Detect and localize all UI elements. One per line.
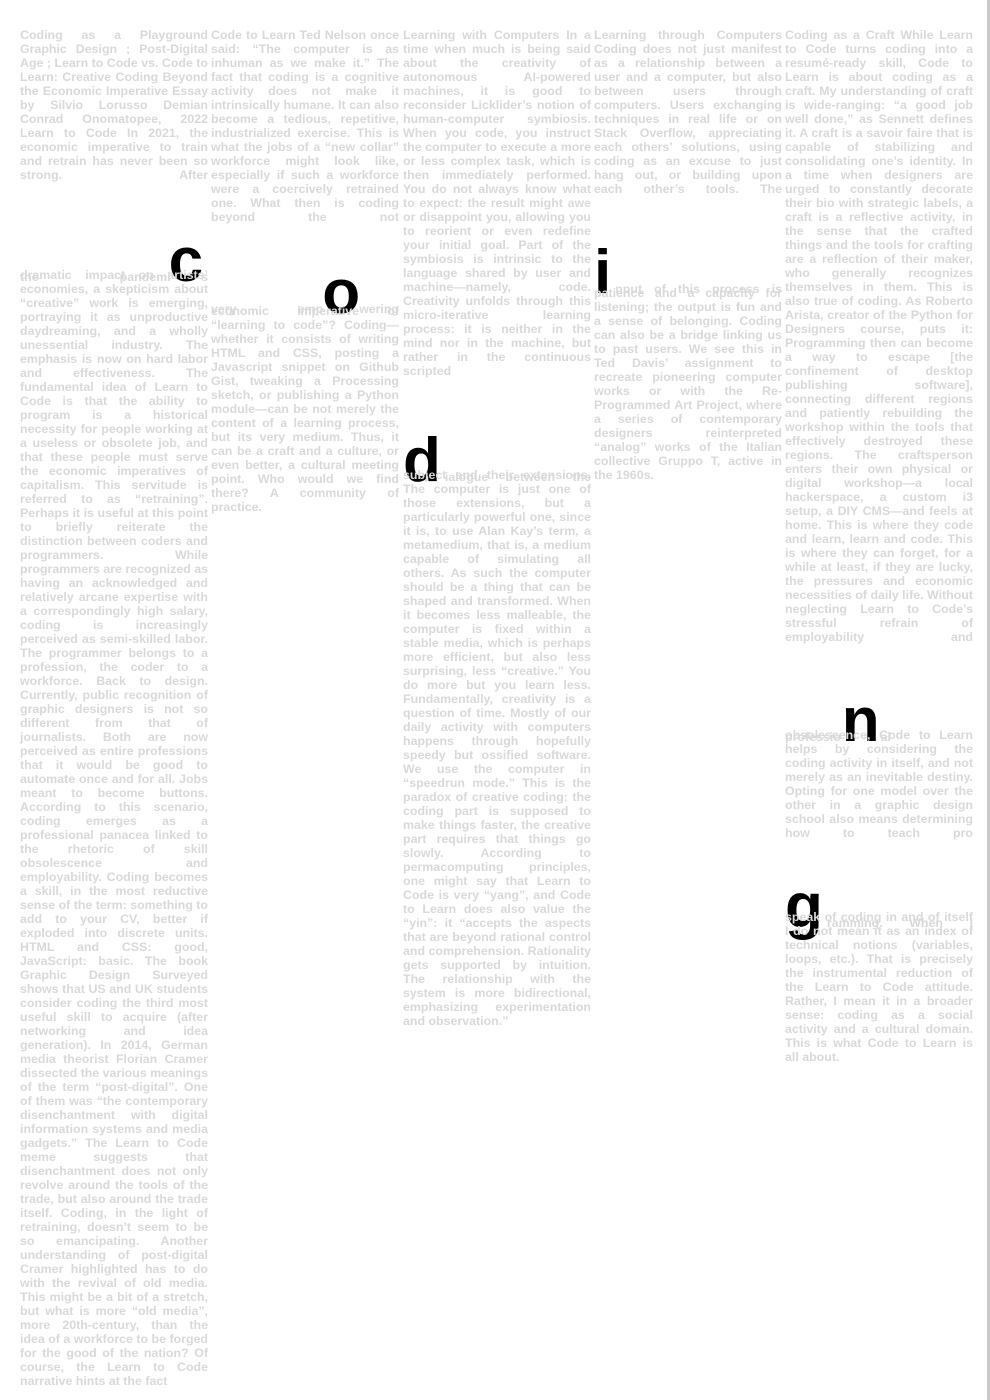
column-text-body: dramatic impact on artists’ economies, a… bbox=[20, 268, 209, 1388]
column-text-top: Learning through Computers Coding does n… bbox=[594, 28, 782, 196]
column-text-top: Coding as a Playground Graphic Design ; … bbox=[20, 28, 208, 182]
column-text-body: subject and their extensions. The comput… bbox=[403, 468, 591, 1028]
column-text-top: Coding as a Craft While Learn to Code tu… bbox=[785, 28, 973, 644]
essay-column-3: Learning with Computers In a time when m… bbox=[403, 28, 591, 1028]
column-text-middle: obsolescence, Code to Learn helps by con… bbox=[785, 728, 973, 840]
column-text-body: patience and a capacity for listening; t… bbox=[594, 286, 782, 482]
column-text-body: speak of coding in and of itself I do no… bbox=[785, 910, 973, 1064]
column-text-top: Learning with Computers In a time when m… bbox=[403, 28, 591, 378]
column-text-body: economic imperative of “learning to code… bbox=[211, 304, 399, 514]
essay-column-1: Coding as a Playground Graphic Design ; … bbox=[20, 28, 208, 1388]
essay-column-4: Learning through Computers Coding does n… bbox=[594, 28, 782, 482]
essay-column-2: Code to Learn Ted Nelson once said: “The… bbox=[211, 28, 399, 514]
essay-column-5: Coding as a Craft While Learn to Code tu… bbox=[785, 28, 973, 1064]
column-text-top: Code to Learn Ted Nelson once said: “The… bbox=[211, 28, 399, 224]
